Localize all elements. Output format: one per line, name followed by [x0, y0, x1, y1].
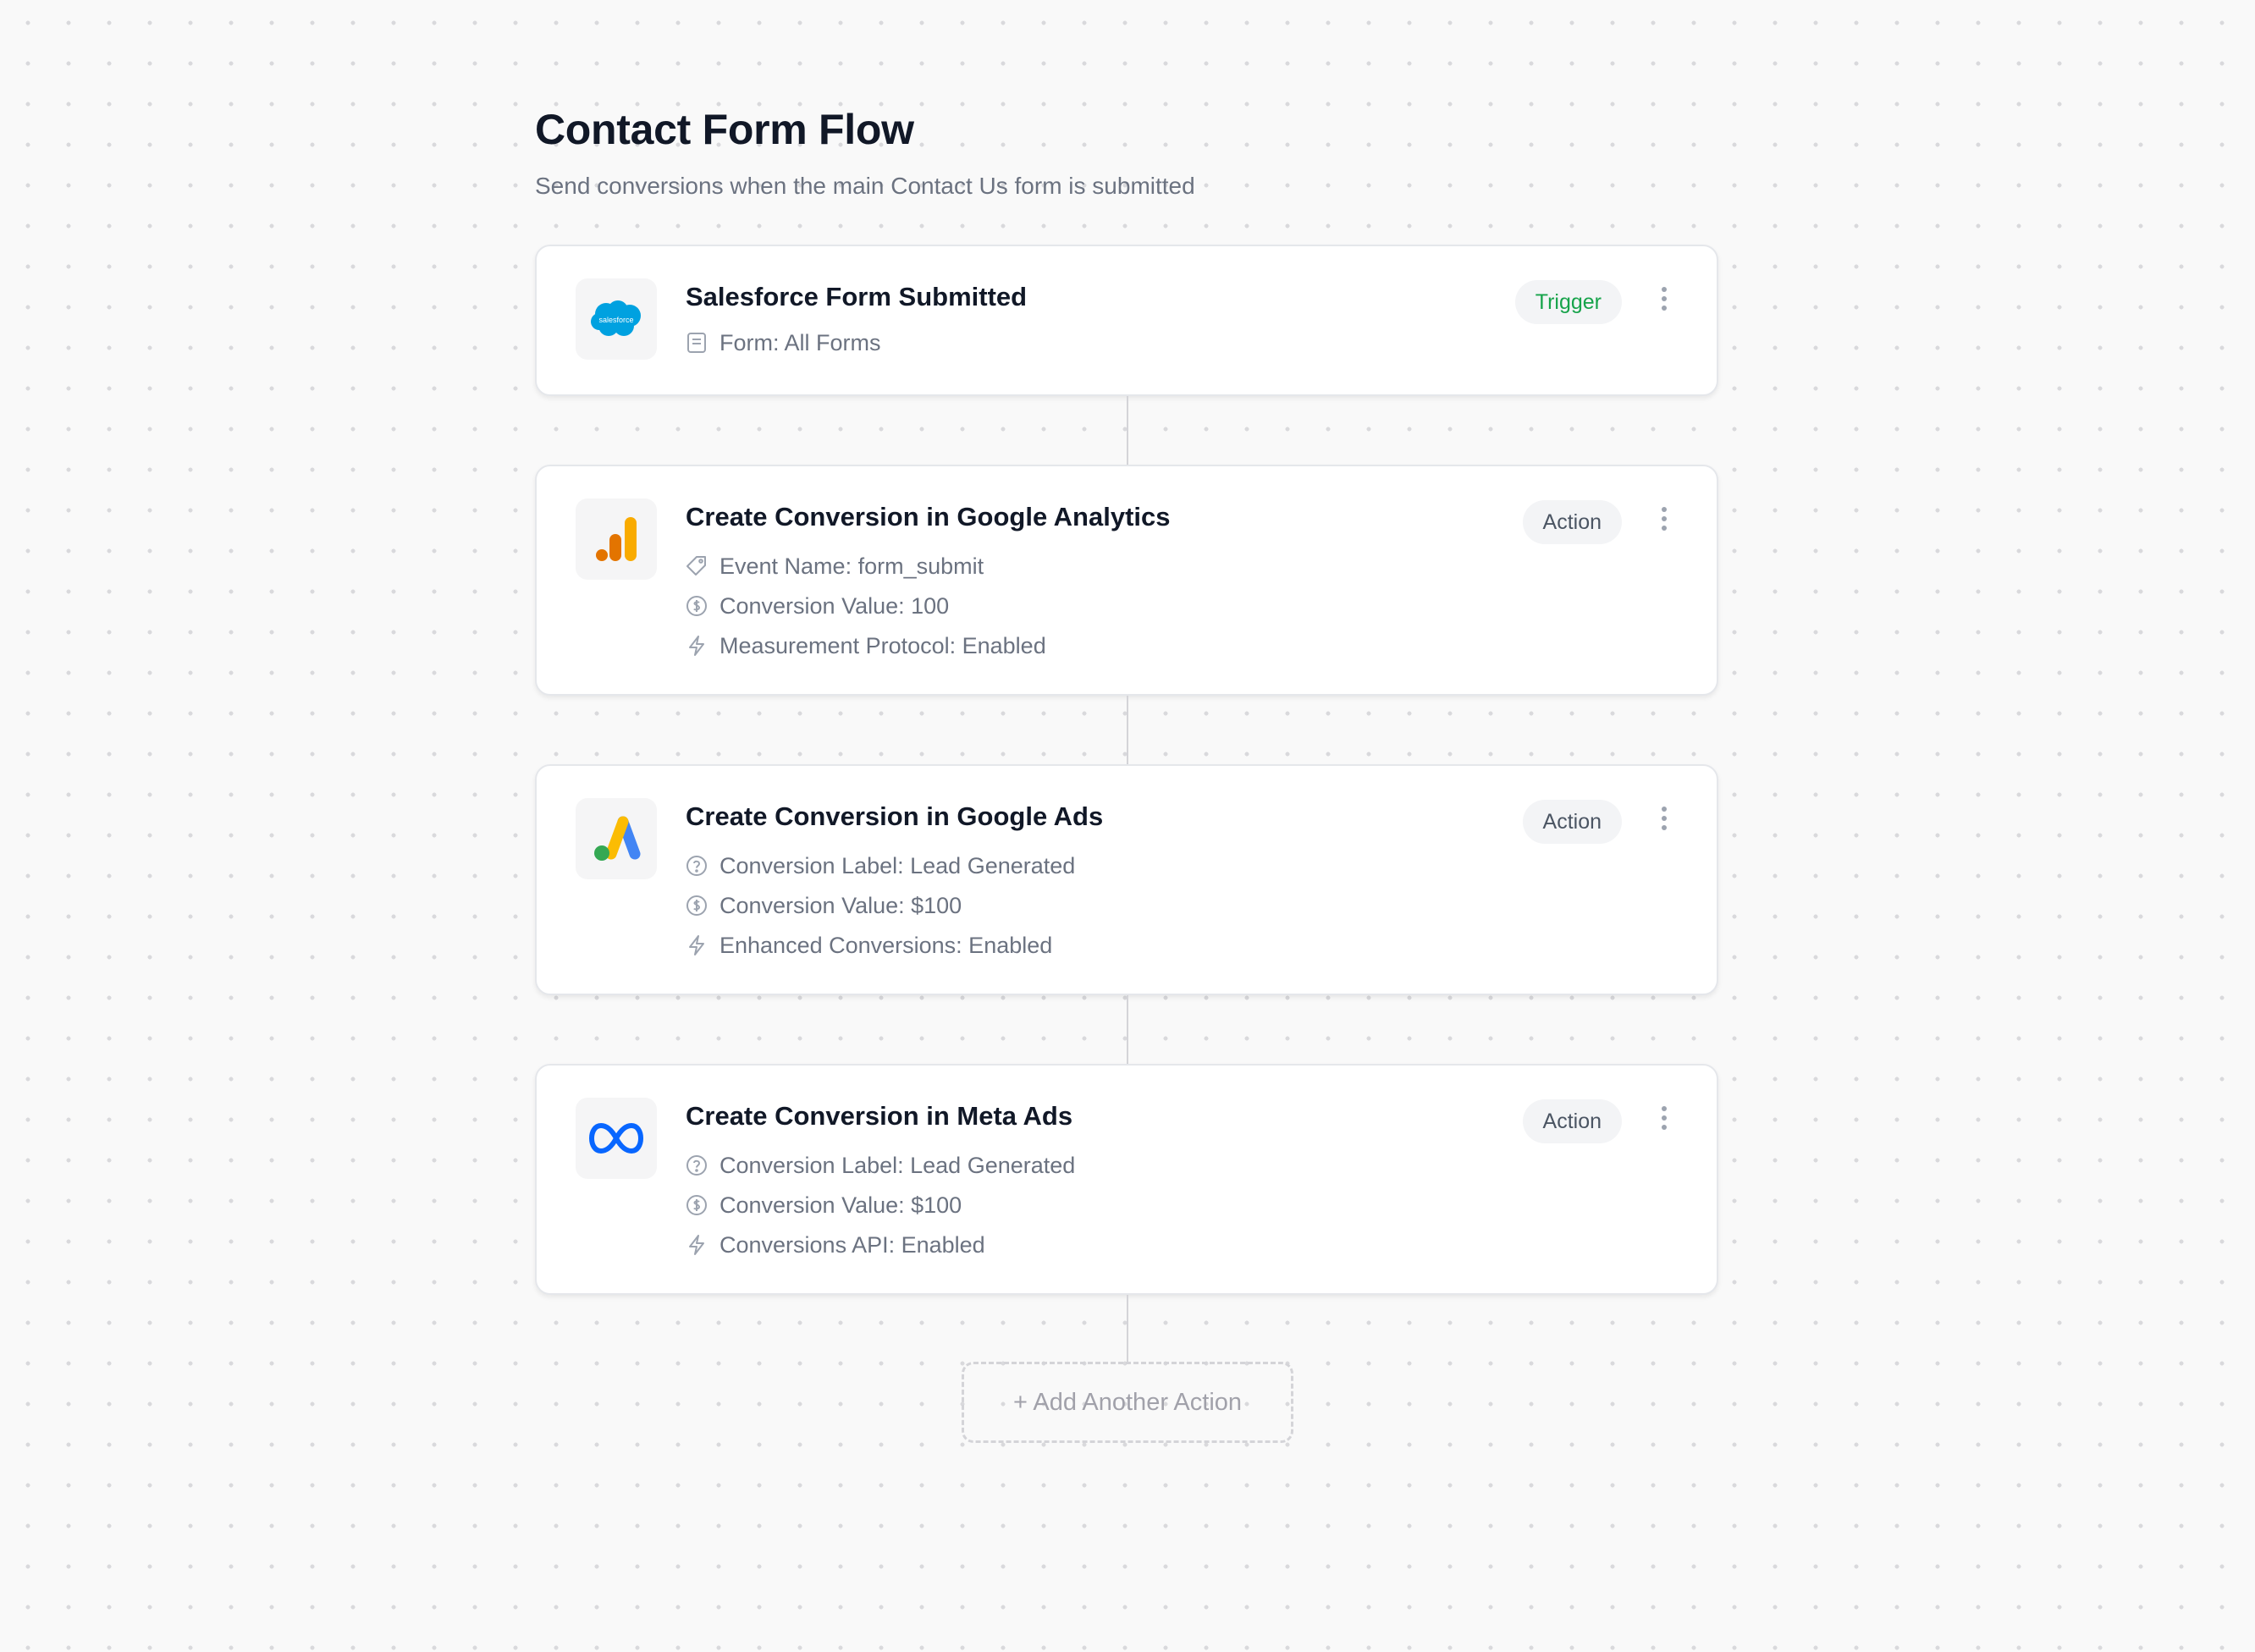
step-detail-text: Enhanced Conversions: Enabled [720, 932, 1053, 958]
action-card-google-analytics[interactable]: Create Conversion in Google Analytics Ev… [535, 465, 1718, 696]
more-options-icon[interactable] [1654, 502, 1674, 536]
step-detail-text: Conversion Label: Lead Generated [720, 1152, 1076, 1178]
step-detail-text: Event Name: form_submit [720, 553, 984, 579]
flow-connector [1127, 1295, 1128, 1362]
google-analytics-logo [576, 498, 657, 580]
step-detail-text: Conversion Value: 100 [720, 592, 950, 619]
lightning-icon [686, 934, 708, 956]
lightning-icon [686, 635, 708, 657]
dollar-circle-icon [686, 895, 708, 917]
help-circle-icon [686, 1154, 708, 1176]
step-detail: Measurement Protocol: Enabled [686, 631, 1046, 661]
step-title: Salesforce Form Submitted [686, 282, 1028, 311]
action-card-meta-ads[interactable]: Create Conversion in Meta Ads Conversion… [535, 1064, 1718, 1295]
action-badge: Action [1522, 1099, 1622, 1143]
form-icon [686, 332, 708, 354]
trigger-card[interactable]: salesforce Salesforce Form Submitted For… [535, 245, 1718, 396]
flow-connector [1127, 995, 1128, 1064]
step-title: Create Conversion in Meta Ads [686, 1101, 1073, 1131]
action-card-google-ads[interactable]: Create Conversion in Google Ads Conversi… [535, 764, 1718, 995]
step-detail-text: Form: All Forms [720, 329, 881, 355]
page-subtitle: Send conversions when the main Contact U… [535, 173, 1195, 199]
google-ads-logo [576, 798, 657, 879]
step-detail-text: Conversion Value: $100 [720, 892, 962, 918]
help-circle-icon [686, 855, 708, 877]
salesforce-logo: salesforce [576, 278, 657, 360]
more-options-icon[interactable] [1654, 1101, 1674, 1135]
tag-icon [686, 555, 708, 577]
flow-connector [1127, 696, 1128, 764]
salesforce-logo-text: salesforce [598, 316, 633, 324]
step-detail: Enhanced Conversions: Enabled [686, 930, 1052, 961]
step-title: Create Conversion in Google Analytics [686, 502, 1171, 531]
step-title: Create Conversion in Google Ads [686, 801, 1104, 831]
lightning-icon [686, 1234, 708, 1256]
meta-logo [576, 1098, 657, 1179]
trigger-badge: Trigger [1514, 280, 1622, 324]
step-detail-text: Conversion Label: Lead Generated [720, 852, 1076, 878]
step-detail-text: Measurement Protocol: Enabled [720, 632, 1046, 658]
step-detail: Conversions API: Enabled [686, 1230, 985, 1260]
step-detail: Conversion Label: Lead Generated [686, 1150, 1075, 1181]
action-badge: Action [1522, 500, 1622, 544]
action-badge: Action [1522, 800, 1622, 844]
step-detail: Conversion Value: $100 [686, 1190, 962, 1220]
step-detail: Form: All Forms [686, 328, 881, 358]
page-title: Contact Form Flow [535, 106, 914, 153]
flow-connector [1127, 396, 1128, 465]
step-detail: Event Name: form_submit [686, 551, 984, 581]
step-detail: Conversion Value: 100 [686, 591, 949, 621]
step-detail: Conversion Label: Lead Generated [686, 851, 1075, 881]
more-options-icon[interactable] [1654, 282, 1674, 316]
add-another-action-button[interactable]: + Add Another Action [962, 1362, 1293, 1443]
step-detail-text: Conversion Value: $100 [720, 1192, 962, 1218]
step-detail: Conversion Value: $100 [686, 890, 962, 921]
dollar-circle-icon [686, 595, 708, 617]
dollar-circle-icon [686, 1194, 708, 1216]
more-options-icon[interactable] [1654, 801, 1674, 835]
step-detail-text: Conversions API: Enabled [720, 1231, 985, 1258]
